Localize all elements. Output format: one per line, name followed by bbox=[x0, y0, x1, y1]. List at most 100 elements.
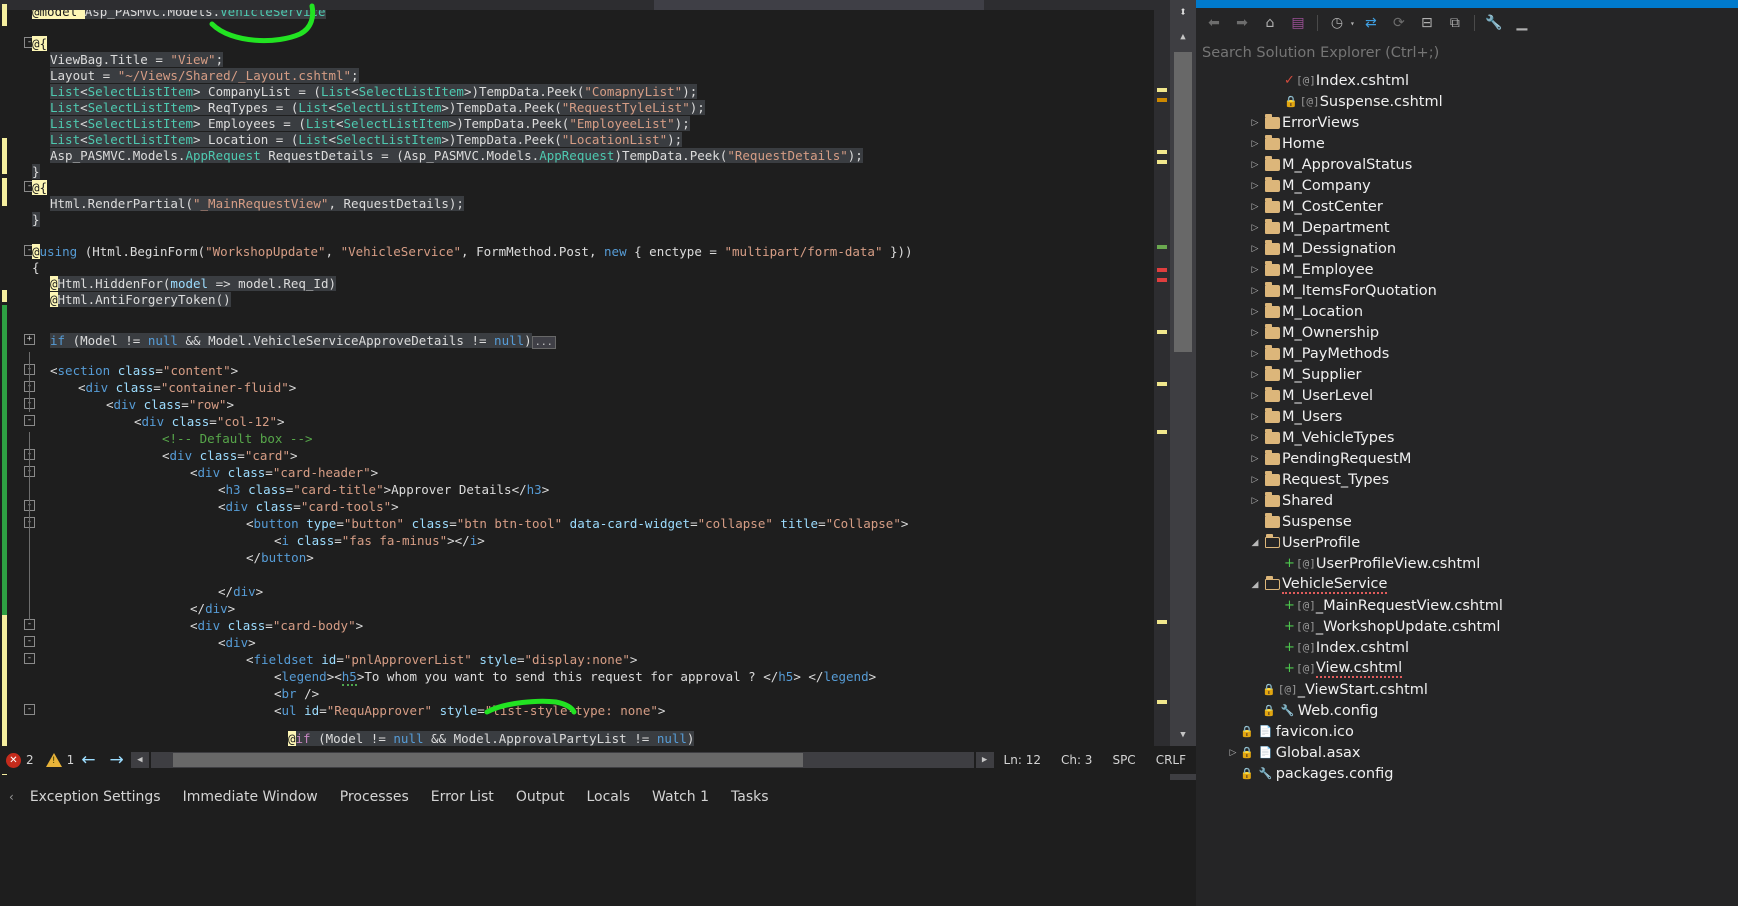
search-solution-explorer[interactable] bbox=[1202, 40, 1732, 66]
tree-item-m-vehicletypes[interactable]: ▷ M_VehicleTypes bbox=[1196, 427, 1738, 448]
split-view-handle[interactable]: ⬍ bbox=[1170, 0, 1196, 26]
code-line[interactable]: <div class="container-fluid"> bbox=[32, 380, 296, 396]
tree-item-m-dessignation[interactable]: ▷ M_Dessignation bbox=[1196, 238, 1738, 259]
code-line[interactable]: ViewBag.Title = "View"; bbox=[32, 52, 224, 68]
code-line[interactable]: Asp_PASMVC.Models.AppRequest RequestDeta… bbox=[32, 148, 863, 164]
tree-item-global-asax[interactable]: ▷ 🔒 📄 Global.asax bbox=[1196, 742, 1738, 763]
chevron-right-icon[interactable]: ▷ bbox=[1248, 118, 1262, 128]
chevron-right-icon[interactable]: ▷ bbox=[1248, 307, 1262, 317]
tree-item-view-cshtml[interactable]: + [@] View.cshtml bbox=[1196, 658, 1738, 679]
tree-item-pendingrequestm[interactable]: ▷ PendingRequestM bbox=[1196, 448, 1738, 469]
chevron-right-icon[interactable]: ▷ bbox=[1248, 223, 1262, 233]
dock-tab-output[interactable]: Output bbox=[505, 785, 576, 809]
code-line[interactable]: <h3 class="card-title">Approver Details<… bbox=[32, 482, 549, 498]
hscroll-thumb[interactable] bbox=[172, 753, 803, 767]
code-line[interactable]: if (Model != null && Model.VehicleServic… bbox=[32, 333, 556, 349]
dock-tab-watch-1[interactable]: Watch 1 bbox=[641, 785, 720, 809]
code-line[interactable]: Html.RenderPartial("_MainRequestView", R… bbox=[32, 196, 464, 212]
tree-item-m-department[interactable]: ▷ M_Department bbox=[1196, 217, 1738, 238]
chevron-right-icon[interactable]: ▷ bbox=[1248, 454, 1262, 464]
marker-tick[interactable] bbox=[1157, 700, 1167, 704]
outlining-margin[interactable]: +---------------- bbox=[10, 10, 35, 760]
scrollbar-thumb[interactable] bbox=[1174, 52, 1192, 352]
tree-item-m-approvalstatus[interactable]: ▷ M_ApprovalStatus bbox=[1196, 154, 1738, 175]
chevron-right-icon[interactable]: ▷ bbox=[1248, 244, 1262, 254]
tree-item-m-userlevel[interactable]: ▷ M_UserLevel bbox=[1196, 385, 1738, 406]
nav-back-button[interactable]: ← bbox=[81, 750, 95, 770]
tree-item-m-users[interactable]: ▷ M_Users bbox=[1196, 406, 1738, 427]
tab-overflow-chevron[interactable]: ‹ bbox=[4, 790, 19, 804]
code-text-area[interactable]: @model Asp_PASMVC.Models.VehicleService @… bbox=[32, 10, 1162, 746]
tree-item-m-employee[interactable]: ▷ M_Employee bbox=[1196, 259, 1738, 280]
tree-item-errorviews[interactable]: ▷ ErrorViews bbox=[1196, 112, 1738, 133]
code-line[interactable]: <div class="card-body"> bbox=[32, 618, 363, 634]
marker-tick[interactable] bbox=[1157, 245, 1167, 249]
visual-studio-icon[interactable]: ▤ bbox=[1286, 12, 1310, 34]
tree-item-favicon-ico[interactable]: 🔒 📄 favicon.ico bbox=[1196, 721, 1738, 742]
code-line[interactable]: <legend><h5>To whom you want to send thi… bbox=[32, 669, 876, 686]
chevron-right-icon[interactable]: ▷ bbox=[1248, 349, 1262, 359]
forward-icon[interactable]: ➡ bbox=[1230, 12, 1254, 34]
code-line[interactable]: @{ bbox=[32, 36, 48, 52]
chevron-right-icon[interactable]: ▷ bbox=[1248, 391, 1262, 401]
code-line[interactable]: List<SelectListItem> ReqTypes = (List<Se… bbox=[32, 100, 705, 116]
tree-item-request-types[interactable]: ▷ Request_Types bbox=[1196, 469, 1738, 490]
minimize-icon[interactable]: ▁ bbox=[1510, 12, 1534, 34]
marker-tick[interactable] bbox=[1157, 160, 1167, 164]
code-line[interactable]: Layout = "~/Views/Shared/_Layout.cshtml"… bbox=[32, 68, 359, 84]
tree-item-home[interactable]: ▷ Home bbox=[1196, 133, 1738, 154]
code-line[interactable]: <section class="content"> bbox=[32, 363, 238, 379]
tree-item-m-location[interactable]: ▷ M_Location bbox=[1196, 301, 1738, 322]
code-line[interactable]: @using (Html.BeginForm("WorkshopUpdate",… bbox=[32, 244, 913, 260]
line-ending-indicator[interactable]: CRLF bbox=[1146, 753, 1196, 767]
chevron-down-icon[interactable]: ◢ bbox=[1248, 538, 1262, 548]
tree-item-suspense[interactable]: Suspense bbox=[1196, 511, 1738, 532]
code-editor[interactable]: +---------------- @model Asp_PASMVC.Mode… bbox=[0, 0, 1196, 780]
collapse-all-icon[interactable]: ⊟ bbox=[1415, 12, 1439, 34]
tree-item-userprofile[interactable]: ◢ UserProfile bbox=[1196, 532, 1738, 553]
dock-tab-exception-settings[interactable]: Exception Settings bbox=[19, 785, 172, 809]
dock-tab-locals[interactable]: Locals bbox=[575, 785, 641, 809]
editor-horizontal-scrollbar[interactable] bbox=[150, 752, 974, 768]
tool-window-tabs[interactable]: ‹ Exception Settings Immediate Window Proc… bbox=[0, 780, 1196, 814]
tree-item-shared[interactable]: ▷ Shared bbox=[1196, 490, 1738, 511]
tree-item-index-cshtml[interactable]: + [@] Index.cshtml bbox=[1196, 637, 1738, 658]
marker-tick[interactable] bbox=[1157, 98, 1167, 102]
tree-item--viewstart-cshtml[interactable]: 🔒 [@] _ViewStart.cshtml bbox=[1196, 679, 1738, 700]
tree-item-suspense-cshtml[interactable]: 🔒 [@] Suspense.cshtml bbox=[1196, 91, 1738, 112]
code-line[interactable]: @model Asp_PASMVC.Models.VehicleService bbox=[32, 10, 326, 20]
code-line[interactable]: List<SelectListItem> Location = (List<Se… bbox=[32, 132, 683, 148]
pending-changes-icon[interactable]: ◷ bbox=[1325, 12, 1349, 34]
code-line[interactable]: <div class="row"> bbox=[32, 397, 234, 413]
chevron-right-icon[interactable]: ▷ bbox=[1226, 748, 1240, 758]
home-icon[interactable]: ⌂ bbox=[1258, 12, 1282, 34]
code-line[interactable]: <i class="fas fa-minus"></i> bbox=[32, 533, 485, 549]
tree-item-web-config[interactable]: 🔒 🔧 Web.config bbox=[1196, 700, 1738, 721]
code-line[interactable]: List<SelectListItem> CompanyList = (List… bbox=[32, 84, 698, 100]
tree-item-packages-config[interactable]: 🔒 🔧 packages.config bbox=[1196, 763, 1738, 784]
code-line[interactable]: <div class="card-header"> bbox=[32, 465, 378, 481]
marker-tick[interactable] bbox=[1157, 430, 1167, 434]
solution-tree[interactable]: ✓ [@] Index.cshtml 🔒 [@] Suspense.cshtml ▷ Erro… bbox=[1196, 70, 1738, 906]
code-line[interactable]: } bbox=[32, 212, 40, 228]
code-line[interactable]: <ul id="RequApprover" style="list-style-… bbox=[32, 703, 665, 719]
chevron-right-icon[interactable]: ▷ bbox=[1248, 412, 1262, 422]
chevron-right-icon[interactable]: ▷ bbox=[1248, 160, 1262, 170]
code-line[interactable]: <!-- Default box --> bbox=[32, 431, 313, 447]
code-line[interactable]: <br /> bbox=[32, 686, 319, 702]
code-line[interactable]: <fieldset id="pnlApproverList" style="di… bbox=[32, 652, 637, 668]
chevron-right-icon[interactable]: ▷ bbox=[1248, 475, 1262, 485]
search-input[interactable] bbox=[1202, 45, 1732, 61]
error-count-indicator[interactable]: ✕ 2 bbox=[6, 752, 34, 768]
marker-tick[interactable] bbox=[1157, 330, 1167, 334]
scroll-down-arrow[interactable]: ▼ bbox=[1170, 724, 1196, 746]
chevron-right-icon[interactable]: ▷ bbox=[1248, 286, 1262, 296]
code-line[interactable]: @Html.HiddenFor(model => model.Req_Id) bbox=[32, 276, 336, 292]
tree-item-m-itemsforquotation[interactable]: ▷ M_ItemsForQuotation bbox=[1196, 280, 1738, 301]
hscroll-right-arrow[interactable]: ▶ bbox=[975, 752, 994, 768]
code-line[interactable]: <button type="button" class="btn btn-too… bbox=[32, 516, 908, 532]
tree-item-index-cshtml[interactable]: ✓ [@] Index.cshtml bbox=[1196, 70, 1738, 91]
marker-tick[interactable] bbox=[1157, 150, 1167, 154]
code-line[interactable]: <div class="col-12"> bbox=[32, 414, 285, 430]
chevron-right-icon[interactable]: ▷ bbox=[1248, 265, 1262, 275]
